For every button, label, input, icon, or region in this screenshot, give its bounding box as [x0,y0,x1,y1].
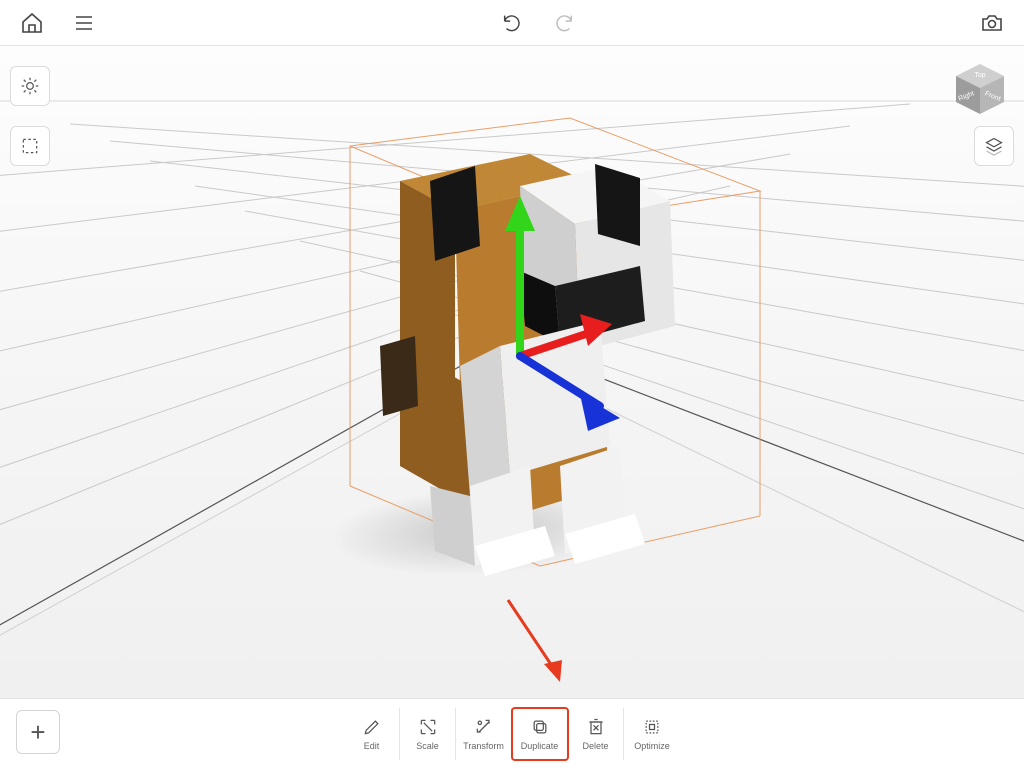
tool-duplicate[interactable]: Duplicate [512,708,568,760]
tool-optimize[interactable]: Optimize [624,708,680,760]
view-cube[interactable]: Top Right Front [950,58,1010,118]
screenshot-button[interactable] [978,9,1006,37]
bounding-select-button[interactable] [10,126,50,166]
top-toolbar [0,0,1024,46]
svg-text:Top: Top [974,72,985,79]
layers-button[interactable] [974,126,1014,166]
add-object-button[interactable]: + [16,710,60,754]
lighting-button[interactable] [10,66,50,106]
tool-delete[interactable]: Delete [568,708,624,760]
redo-button[interactable] [550,9,578,37]
model-shadow [304,486,656,576]
tool-row: Edit Scale Transform Duplicate Delete Op… [344,708,680,760]
tool-scale[interactable]: Scale [400,708,456,760]
menu-button[interactable] [70,9,98,37]
undo-button[interactable] [498,9,526,37]
tutorial-arrow [498,592,578,692]
plus-icon: + [30,717,45,748]
tool-edit[interactable]: Edit [344,708,400,760]
bottom-toolbar: + Edit Scale Transform Duplicate Delete … [0,698,1024,768]
tool-transform[interactable]: Transform [456,708,512,760]
home-button[interactable] [18,9,46,37]
